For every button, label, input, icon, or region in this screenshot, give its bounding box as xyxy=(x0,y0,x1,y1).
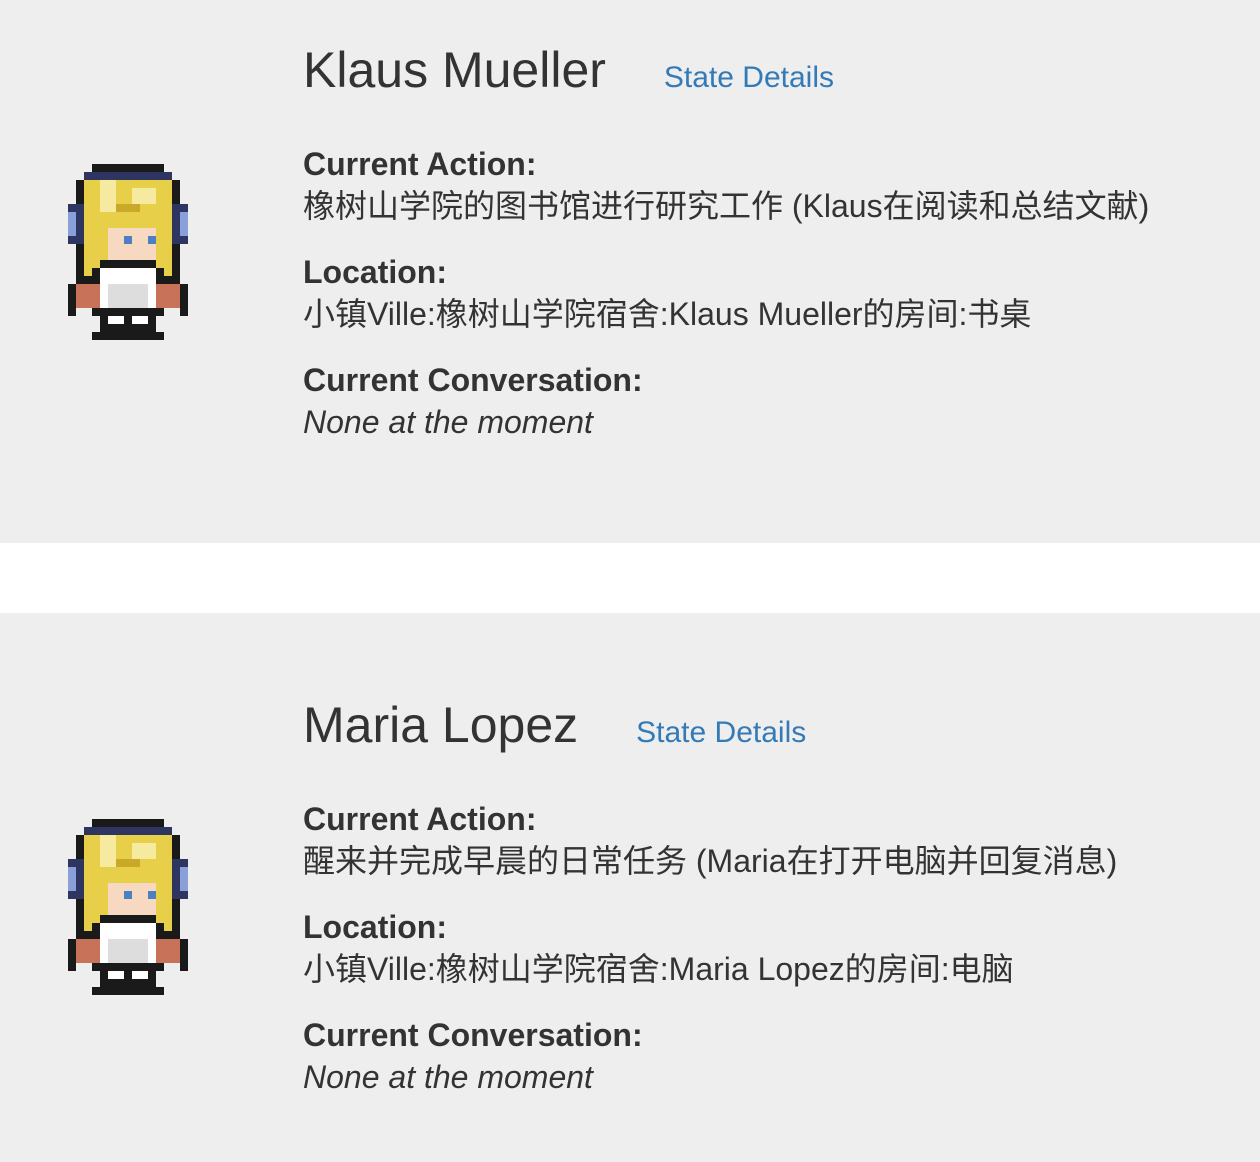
state-details-link[interactable]: State Details xyxy=(664,61,834,95)
current-conversation-label: Current Conversation: xyxy=(303,1017,643,1053)
current-conversation-label: Current Conversation: xyxy=(303,362,643,398)
agent-info: Klaus Mueller State Details Current Acti… xyxy=(303,40,1243,444)
agent-avatar-icon xyxy=(60,817,196,997)
current-conversation-value: None at the moment xyxy=(303,1059,593,1095)
current-action-value: 橡树山学院的图书馆进行研究工作 (Klaus在阅读和总结文献) xyxy=(303,188,1150,224)
agent-card: Maria Lopez State Details Current Action… xyxy=(0,613,1260,1162)
location-value: 小镇Ville:橡树山学院宿舍:Maria Lopez的房间:电脑 xyxy=(303,951,1014,987)
agent-info: Maria Lopez State Details Current Action… xyxy=(303,695,1243,1099)
agent-header: Klaus Mueller State Details xyxy=(303,40,1243,100)
location-label: Location: xyxy=(303,909,447,945)
location-label: Location: xyxy=(303,254,447,290)
agent-name: Klaus Mueller xyxy=(303,42,606,98)
agent-header: Maria Lopez State Details xyxy=(303,695,1243,755)
agent-name: Maria Lopez xyxy=(303,697,579,753)
state-details-link[interactable]: State Details xyxy=(636,716,806,750)
location-value: 小镇Ville:橡树山学院宿舍:Klaus Mueller的房间:书桌 xyxy=(303,296,1032,332)
current-action-label: Current Action: xyxy=(303,801,537,837)
agent-card: Klaus Mueller State Details Current Acti… xyxy=(0,0,1260,543)
current-action-label: Current Action: xyxy=(303,146,537,182)
current-conversation-value: None at the moment xyxy=(303,404,593,440)
current-action-value: 醒来并完成早晨的日常任务 (Maria在打开电脑并回复消息) xyxy=(303,843,1118,879)
agent-avatar-icon xyxy=(60,162,196,342)
